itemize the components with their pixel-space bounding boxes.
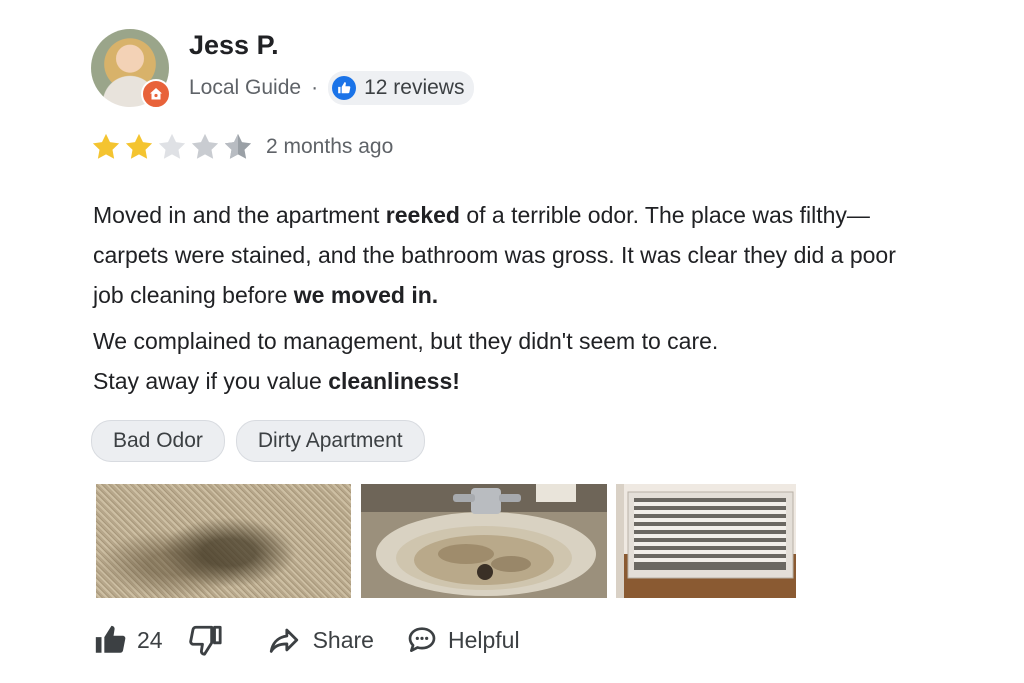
thumbs-down-icon: [188, 625, 222, 656]
star-filled-icon: [92, 133, 120, 159]
local-guide-badge-icon: [141, 79, 171, 109]
helpful-button[interactable]: Helpful: [406, 624, 520, 656]
reviews-count-pill[interactable]: 12 reviews: [328, 71, 475, 105]
thumbs-up-icon: [95, 625, 126, 653]
share-label: Share: [312, 626, 374, 653]
meta-separator: ·: [311, 76, 319, 99]
helpful-label: Helpful: [447, 626, 520, 653]
review-actions: 24 Share Helpful: [93, 620, 520, 660]
dislike-button[interactable]: [188, 623, 223, 657]
review-paragraph-2: We complained to management, but they di…: [93, 328, 719, 394]
dusty-vent-photo[interactable]: [616, 484, 796, 598]
star-empty-icon: [158, 133, 186, 159]
tag-bad-odor[interactable]: Bad Odor: [91, 420, 225, 462]
star-half-icon: [224, 133, 252, 159]
stained-carpet-photo[interactable]: [96, 484, 351, 598]
reviewer-meta: Local Guide · 12 reviews: [189, 71, 475, 105]
review-tags: Bad Odor Dirty Apartment: [91, 420, 425, 462]
review-time: 2 months ago: [266, 135, 394, 158]
like-button[interactable]: 24: [93, 623, 163, 657]
reviewer-name[interactable]: Jess P.: [189, 30, 279, 61]
star-rating: 2 months ago: [91, 132, 393, 162]
local-guide-label: Local Guide: [189, 76, 302, 99]
thumbs-up-badge-icon: [332, 76, 357, 100]
review-paragraph-1: Moved in and the apartment reeked of a t…: [93, 202, 896, 308]
reviews-count-label: 12 reviews: [364, 76, 465, 99]
share-arrow-icon: [269, 628, 298, 653]
star-filled-icon: [125, 133, 153, 159]
avatar[interactable]: [91, 29, 171, 109]
chat-bubble-icon: [408, 627, 436, 652]
share-button[interactable]: Share: [267, 623, 374, 657]
dirty-sink-photo[interactable]: [361, 484, 607, 598]
like-count: 24: [137, 626, 163, 653]
review-body: Moved in and the apartment reeked of a t…: [93, 195, 923, 401]
star-empty-icon: [191, 133, 219, 159]
review-card: Jess P. Local Guide · 12 reviews 2 month…: [0, 0, 1024, 683]
tag-dirty-apartment[interactable]: Dirty Apartment: [235, 420, 425, 462]
